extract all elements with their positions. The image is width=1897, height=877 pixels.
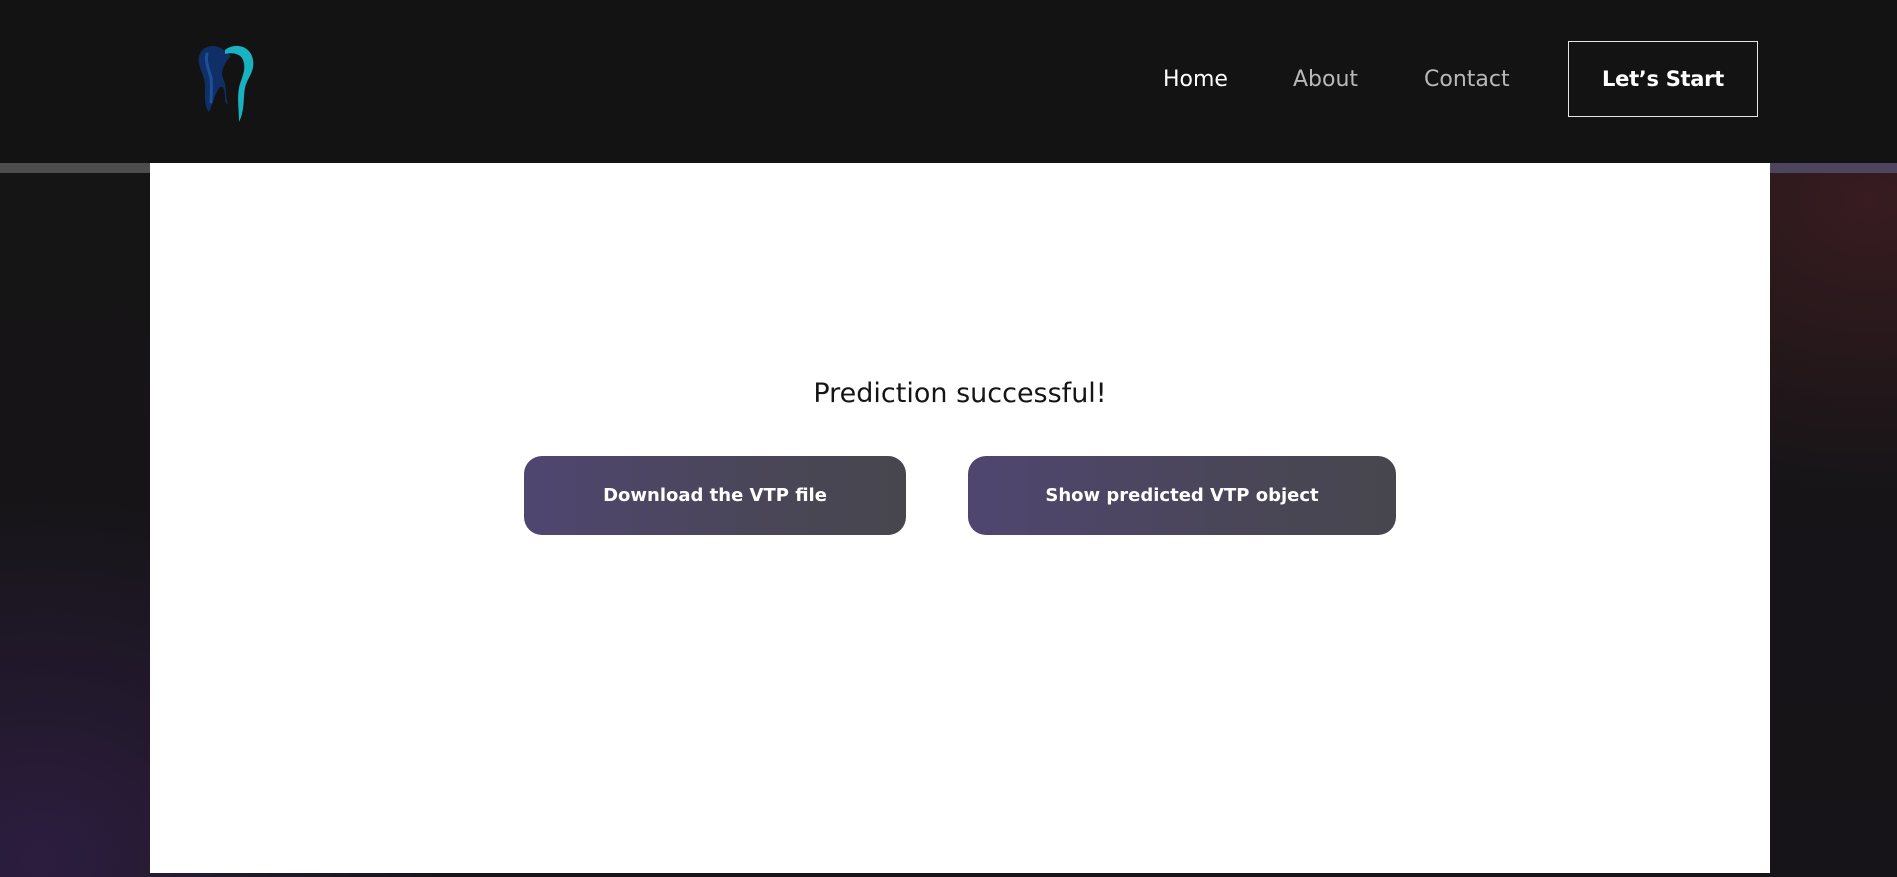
show-vtp-object-button[interactable]: Show predicted VTP object <box>968 456 1396 535</box>
nav-about-link[interactable]: About <box>1293 66 1358 94</box>
nav-home-link[interactable]: Home <box>1163 66 1228 94</box>
result-card: Prediction successful! Download the VTP … <box>150 163 1770 873</box>
page: Home About Contact Let’s Start Predictio… <box>0 0 1897 877</box>
lets-start-button[interactable]: Let’s Start <box>1568 41 1758 117</box>
tooth-icon[interactable] <box>195 40 259 124</box>
header-divider-right <box>1770 163 1897 173</box>
download-vtp-button[interactable]: Download the VTP file <box>524 456 906 535</box>
prediction-status-text: Prediction successful! <box>813 378 1107 409</box>
header-divider-left <box>0 163 150 173</box>
site-header: Home About Contact Let’s Start <box>0 0 1897 163</box>
nav-contact-link[interactable]: Contact <box>1424 66 1510 94</box>
